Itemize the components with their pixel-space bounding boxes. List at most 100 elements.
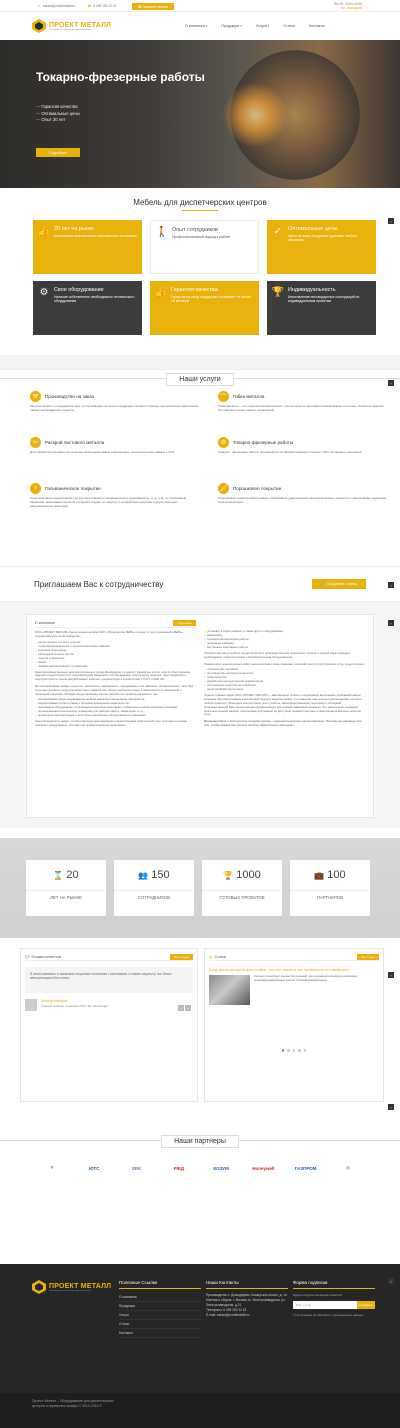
footer-link[interactable]: О компании: [119, 1293, 201, 1302]
article-body: Сегодня существует множество решений для…: [209, 974, 379, 1005]
feature-text: Гарантия на нашу продукцию составляет не…: [171, 295, 252, 304]
nav-label: Услуги: [255, 24, 267, 28]
reviews-title: Отзывы клиентов: [31, 954, 61, 959]
consent-checkbox[interactable]: ☑ Я согласен на обработку персональных д…: [293, 1313, 375, 1317]
partner-logo[interactable]: Honeywell: [245, 1158, 281, 1178]
hero-more-button[interactable]: Подробнее: [36, 148, 80, 157]
scroll-arrow-icon[interactable]: ›: [388, 582, 394, 588]
article-title[interactable]: Блок вентиляторов для стойки: что это та…: [209, 967, 379, 972]
person-icon: 🚶: [155, 226, 169, 238]
stat-value: 150: [151, 869, 170, 881]
footer-link[interactable]: Услуги: [119, 1311, 201, 1320]
service-item[interactable]: 🖌 Порошковое покрытие Порошковая покраска …: [218, 482, 388, 528]
feature-body: Индивидуальность Изготовление нестандартн…: [288, 286, 371, 330]
partner-logo[interactable]: ⚜: [34, 1158, 70, 1178]
footer-contacts-column: Наши Контакты Производство: г. Домодедов…: [206, 1280, 288, 1393]
partner-logo[interactable]: SEK: [119, 1158, 155, 1178]
article-image[interactable]: [209, 975, 250, 1005]
topbar-phone[interactable]: ☎ 8 499 150 22 42: [87, 4, 116, 8]
about-header-title: О компании: [35, 621, 55, 625]
document-icon: ▤: [209, 954, 213, 959]
partner-logo[interactable]: РЖД: [161, 1158, 197, 1178]
topbar-phone-text: 8 499 150 22 42: [93, 3, 117, 8]
scroll-arrow-icon[interactable]: ›: [388, 1278, 394, 1284]
footer-office: Монтаж и сборка: г. Москва, м. Электроза…: [206, 1298, 286, 1307]
carousel-dots: [209, 1049, 379, 1052]
work-hours: Пн-Сб: 10:00-20:00 Вс - выходной: [334, 2, 362, 10]
carousel-dot[interactable]: [303, 1049, 307, 1052]
callback-button[interactable]: ☎ Заказать звонок: [132, 3, 174, 10]
cooperation-banner: Приглашаем Вас к сотрудничеству 🛒 Оформи…: [0, 566, 400, 602]
subscribe-button[interactable]: Отправить: [357, 1301, 375, 1309]
footer-link[interactable]: Контакты: [119, 1329, 201, 1338]
bend-icon: ⌒: [218, 390, 229, 402]
copyright-bar: Проект Металл – Оборудование для диспетч…: [0, 1393, 400, 1428]
logo[interactable]: ПРОЕКТ МЕТАЛЛ производство мебели для ди…: [32, 19, 111, 33]
about-right-column: установку в сборе шкафов, а также другог…: [204, 619, 365, 813]
phone-icon: ☎: [87, 3, 92, 8]
request-button[interactable]: 🛒 Оформить заявку: [311, 579, 366, 589]
nav-item-about[interactable]: О компании ▾: [178, 24, 214, 28]
about-more-button[interactable]: Подробнее: [173, 620, 196, 626]
subscribe-email-input[interactable]: Ваш e-mail: [293, 1301, 357, 1309]
nav-item-contacts[interactable]: Контакты: [302, 24, 332, 28]
about-paragraph: Наши специалисты имеют соответствующую к…: [35, 719, 188, 728]
stat-label: ПАРТНЕРОВ: [290, 890, 370, 900]
users-icon: 👥: [138, 870, 149, 880]
hero-bullet: Опыт 20 лет: [36, 117, 80, 124]
nav-label: Контакты: [309, 24, 325, 28]
partners-section: › Наши партнеры ⚜ ЮТС SEK РЖД КОЗУМ Honeywell…: [0, 1102, 400, 1264]
scroll-arrow-icon[interactable]: ›: [388, 972, 394, 978]
about-list-item: шкафов автоматизации и управления.: [35, 664, 196, 668]
about-paragraph: Наши производственные цеха расположены в…: [35, 669, 191, 682]
footer-logo[interactable]: ПРОЕКТ МЕТАЛЛ производство мебели для ди…: [32, 1280, 114, 1294]
reviewer: Леонид Макаров Главный инженер, Компания…: [25, 999, 193, 1011]
feature-body: 20 лет на рынке Используем качественные с…: [54, 225, 137, 269]
features-grid: 👍 20 лет на рынке Используем качественные …: [0, 211, 400, 335]
feature-text: Используем качественные современные мате…: [54, 234, 137, 238]
nav-item-articles[interactable]: Статьи: [276, 24, 302, 28]
scroll-arrow-icon[interactable]: ›: [388, 218, 394, 224]
carousel-dot[interactable]: [298, 1049, 301, 1052]
nav-label: Статьи: [283, 24, 296, 28]
subscribe-text: Будьте в курсе последних событий: [293, 1293, 342, 1297]
partner-logo[interactable]: ГАЗПРОМ: [288, 1158, 324, 1178]
about-left-column: О компании Подробнее ООО «ПРОЕКТ МЕТАЛЛ»…: [35, 619, 196, 813]
feature-text: Профессиональный подход к работе: [172, 235, 231, 239]
service-item[interactable]: ⚙ Токарно-фрезерные работы Токарно - фрезе…: [218, 436, 388, 482]
features-title: Мебель для диспетчерских центров: [133, 198, 267, 207]
service-item[interactable]: ⚒ Производство на заказ Мы отличаемся от к…: [30, 390, 200, 436]
chevron-right-icon[interactable]: ›: [185, 1005, 191, 1011]
nav-item-products[interactable]: Продукция ▾: [214, 24, 249, 28]
about-work-list: установку в сборе шкафов, а также другог…: [204, 629, 365, 649]
service-item[interactable]: ⌒ Гибка металла Гибка металла – это технол…: [218, 390, 388, 436]
service-text: Наша Компания предоставляет услуги качес…: [30, 496, 187, 508]
chevron-left-icon[interactable]: ‹: [178, 1005, 184, 1011]
about-capability-list: изготавливаем новую модификацию мебели р…: [35, 697, 196, 717]
scroll-arrow-icon[interactable]: ›: [388, 620, 394, 626]
all-reviews-button[interactable]: Все отзывы: [169, 953, 193, 960]
service-item[interactable]: ✂ Раскрой листового металла Для обработки …: [30, 436, 200, 482]
scroll-arrow-icon[interactable]: ›: [388, 1104, 394, 1110]
carousel-dot[interactable]: [292, 1049, 296, 1052]
topbar-email[interactable]: ✉ zakaz@proektmetall.ru: [38, 4, 75, 8]
service-header: 🖌 Порошковое покрытие: [218, 482, 388, 494]
footer-link[interactable]: Продукция: [119, 1302, 201, 1311]
partner-logo[interactable]: КОЗУМ: [203, 1158, 239, 1178]
partners-logos: ⚜ ЮТС SEK РЖД КОЗУМ Honeywell ГАЗПРОМ ◎: [0, 1148, 400, 1188]
carousel-dot[interactable]: [281, 1049, 285, 1052]
footer-email[interactable]: E-mail: zakaz@proektmetall.ru: [206, 1313, 288, 1318]
carousel-dot[interactable]: [287, 1049, 290, 1052]
feature-card: 🚶 Опыт сотрудников Профессиональный подход…: [150, 220, 259, 274]
footer-subscribe-title: Форма подписки: [293, 1280, 375, 1289]
partner-logo[interactable]: ЮТС: [76, 1158, 112, 1178]
feature-body: Гарантия качества Гарантия на нашу продук…: [171, 286, 254, 330]
request-button-label: Оформить заявку: [326, 582, 358, 586]
nav-item-services[interactable]: Услуги ▾: [249, 24, 277, 28]
partner-logo[interactable]: ◎: [330, 1158, 366, 1178]
service-item[interactable]: ⚡ Гальваническое покрытие Наша Компания пр…: [30, 482, 200, 528]
footer-link[interactable]: Статьи: [119, 1320, 201, 1329]
service-text: Гибка металла – это технологический проц…: [218, 404, 384, 412]
thumbs-up-icon: 👍: [37, 225, 51, 237]
all-articles-button[interactable]: Все статьи: [356, 953, 379, 960]
